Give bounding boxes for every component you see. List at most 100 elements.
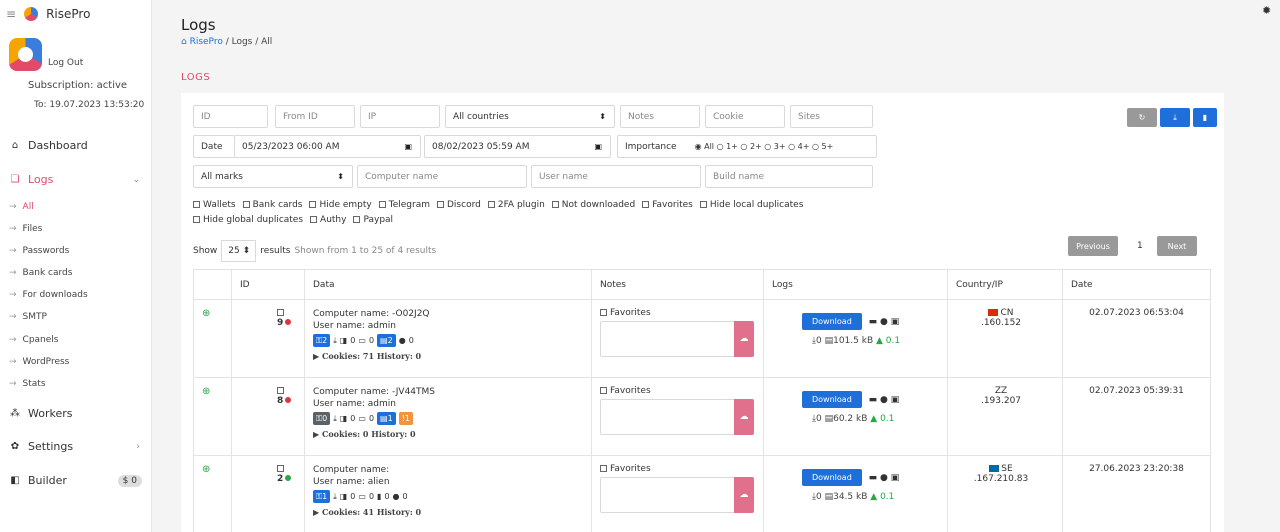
build-name-input[interactable]: Build name xyxy=(705,165,873,188)
subnav-item-stats[interactable]: → Stats xyxy=(0,379,152,389)
export-button[interactable]: ⤓ xyxy=(1160,108,1190,127)
breadcrumb-home[interactable]: ⌂ RisePro xyxy=(181,37,223,47)
column-header-id[interactable]: ID xyxy=(231,269,305,300)
filter-checkbox[interactable]: Wallets xyxy=(193,200,236,210)
country-select[interactable]: All countries ⬍ xyxy=(445,105,615,128)
expand-plus-icon[interactable]: ⊕ xyxy=(202,464,210,475)
notes-input[interactable]: Notes xyxy=(620,105,700,128)
filter-checkbox[interactable]: Favorites xyxy=(642,200,693,210)
download-button[interactable]: Download xyxy=(802,469,862,486)
checkbox-box[interactable] xyxy=(378,201,386,208)
checkbox-box[interactable] xyxy=(310,216,318,223)
favorites-checkbox[interactable]: Favorites xyxy=(600,308,755,318)
window-icon[interactable]: ▣ xyxy=(891,317,900,327)
ip-input[interactable]: IP xyxy=(360,105,440,128)
next-button[interactable]: Next xyxy=(1157,236,1197,256)
sidebar-item-workers[interactable]: ⁂ Workers xyxy=(0,407,152,420)
from-id-input[interactable]: From ID xyxy=(275,105,355,128)
info-icon[interactable]: ● xyxy=(880,473,888,483)
save-note-button[interactable]: ☁ xyxy=(734,477,754,513)
info-icon[interactable]: ● xyxy=(880,395,888,405)
checkbox-box[interactable] xyxy=(437,201,444,208)
window-icon[interactable]: ▣ xyxy=(891,395,900,405)
subnav-item-passwords[interactable]: → Passwords xyxy=(0,246,152,256)
save-note-button[interactable]: ☁ xyxy=(734,321,754,357)
page-number[interactable]: 1 xyxy=(1137,241,1143,251)
marks-select[interactable]: All marks ⬍ xyxy=(193,165,353,188)
filter-checkbox[interactable]: Discord xyxy=(437,200,481,210)
subnav-item-bank-cards[interactable]: → Bank cards xyxy=(0,268,152,278)
subnav-item-all[interactable]: → All xyxy=(0,202,152,212)
sidebar-item-builder[interactable]: ◧ Builder $ 0 xyxy=(0,474,152,487)
row-select-checkbox[interactable] xyxy=(277,308,287,318)
previous-button[interactable]: Previous xyxy=(1068,236,1118,256)
save-note-button[interactable]: ☁ xyxy=(734,399,754,435)
filter-checkbox[interactable]: Hide empty xyxy=(309,200,372,210)
filter-checkbox[interactable]: Paypal xyxy=(353,215,393,225)
menu-icon[interactable]: ≡ xyxy=(6,7,16,21)
info-icon[interactable]: ● xyxy=(880,317,888,327)
checkbox-box[interactable] xyxy=(699,201,707,208)
id-input[interactable]: ID xyxy=(193,105,268,128)
download-button[interactable]: Download xyxy=(802,391,862,408)
filter-checkbox[interactable]: Not downloaded xyxy=(551,200,635,210)
expand-plus-icon[interactable]: ⊕ xyxy=(202,308,210,319)
folder-icon[interactable]: ▬ xyxy=(869,317,878,327)
row-select-checkbox[interactable] xyxy=(277,464,287,474)
checkbox-box[interactable] xyxy=(551,201,559,208)
checkbox-box[interactable] xyxy=(277,465,284,472)
row-select-checkbox[interactable] xyxy=(277,386,287,396)
computer-name-input[interactable]: Computer name xyxy=(357,165,527,188)
country-cell: SE .167.210.83 xyxy=(947,455,1063,532)
date-from-input[interactable]: 05/23/2023 06:00 AM ▣ xyxy=(234,135,421,158)
expand-plus-icon[interactable]: ⊕ xyxy=(202,386,210,397)
filter-checkbox[interactable]: Hide global duplicates xyxy=(193,215,303,225)
checkbox-box[interactable] xyxy=(642,201,650,208)
sidebar-item-settings[interactable]: ✿ Settings › xyxy=(0,440,152,453)
sidebar-item-dashboard[interactable]: ⌂ Dashboard xyxy=(0,139,152,152)
log-size: 34.5 kB xyxy=(833,492,868,502)
sites-input[interactable]: Sites xyxy=(790,105,873,128)
download-button[interactable]: Download xyxy=(802,313,862,330)
checkbox-box[interactable] xyxy=(193,216,200,223)
notes-textarea[interactable] xyxy=(600,477,735,513)
checkbox-box[interactable] xyxy=(193,201,200,208)
date-to-input[interactable]: 08/02/2023 05:59 AM ▣ xyxy=(424,135,611,158)
filter-checkbox[interactable]: 2FA plugin xyxy=(487,200,545,210)
checkbox-box[interactable] xyxy=(600,387,607,394)
checkbox-box[interactable] xyxy=(277,387,284,394)
user-name-input[interactable]: User name xyxy=(531,165,701,188)
checkbox-box[interactable] xyxy=(600,309,607,316)
subnav-item-smtp[interactable]: → SMTP xyxy=(0,312,152,322)
checkbox-box[interactable] xyxy=(277,309,284,316)
settings-gear-icon[interactable]: ✹ xyxy=(1262,4,1271,17)
folder-icon[interactable]: ▬ xyxy=(869,395,878,405)
delete-button[interactable]: ▮ xyxy=(1193,108,1217,127)
window-icon[interactable]: ▣ xyxy=(891,473,900,483)
notes-textarea[interactable] xyxy=(600,321,735,357)
filter-checkbox[interactable]: Bank cards xyxy=(242,200,302,210)
importance-radios[interactable]: ◉ All ○ 1+ ○ 2+ ○ 3+ ○ 4+ ○ 5+ xyxy=(695,142,834,151)
filter-checkbox[interactable]: Hide local duplicates xyxy=(699,200,803,210)
checkbox-box[interactable] xyxy=(600,465,607,472)
checkbox-box[interactable] xyxy=(242,201,250,208)
checkbox-box[interactable] xyxy=(309,201,317,208)
favorites-checkbox[interactable]: Favorites xyxy=(600,464,755,474)
sidebar-item-logs[interactable]: ❏ Logs ⌄ xyxy=(0,173,152,186)
favorites-checkbox[interactable]: Favorites xyxy=(600,386,755,396)
folder-icon[interactable]: ▬ xyxy=(869,473,878,483)
refresh-button[interactable]: ↻ xyxy=(1127,108,1157,127)
filter-checkbox[interactable]: Telegram xyxy=(378,200,430,210)
logout-link[interactable]: Log Out xyxy=(48,58,83,68)
subnav-item-for-downloads[interactable]: → For downloads xyxy=(0,290,152,300)
importance-filter[interactable]: Importance ◉ All ○ 1+ ○ 2+ ○ 3+ ○ 4+ ○ 5… xyxy=(617,135,877,158)
notes-textarea[interactable] xyxy=(600,399,735,435)
subnav-item-files[interactable]: → Files xyxy=(0,224,152,234)
checkbox-box[interactable] xyxy=(487,201,495,208)
checkbox-box[interactable] xyxy=(353,216,361,223)
page-size-select[interactable]: 25 ⬍ xyxy=(221,240,257,262)
subnav-item-wordpress[interactable]: → WordPress xyxy=(0,357,152,367)
cookie-input[interactable]: Cookie xyxy=(705,105,785,128)
filter-checkbox[interactable]: Authy xyxy=(310,215,346,225)
subnav-item-cpanels[interactable]: → Cpanels xyxy=(0,335,152,345)
